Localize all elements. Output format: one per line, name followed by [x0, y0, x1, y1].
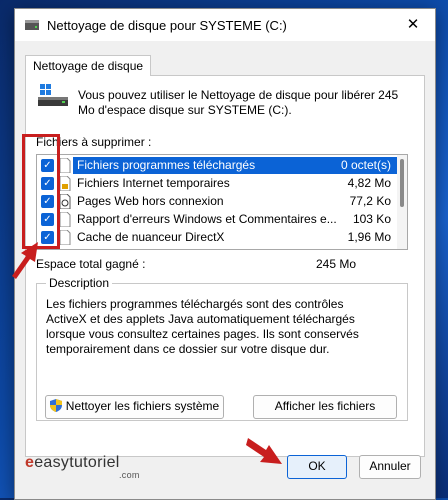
- list-scrollbar[interactable]: [397, 155, 407, 249]
- cancel-button[interactable]: Annuler: [359, 455, 421, 479]
- ok-button[interactable]: OK: [287, 455, 347, 479]
- total-space-value: 245 Mo: [316, 257, 357, 271]
- drive-icon: [38, 84, 68, 106]
- list-item[interactable]: ✓ Rapport d'erreurs Windows et Commentai…: [37, 211, 397, 228]
- tab-panel: Vous pouvez utiliser le Nettoyage de dis…: [25, 75, 425, 457]
- file-name: Fichiers Internet temporaires: [77, 176, 230, 190]
- file-size: 77,2 Ko: [349, 194, 391, 208]
- show-files-button[interactable]: Afficher les fichiers: [253, 395, 397, 419]
- file-name: Pages Web hors connexion: [77, 194, 224, 208]
- tab-disk-cleanup[interactable]: Nettoyage de disque: [25, 55, 152, 76]
- list-item[interactable]: ✓ Cache de nuanceur DirectX 1,96 Mo: [37, 229, 397, 246]
- description-title: Description: [46, 276, 113, 290]
- total-space-label: Espace total gagné :: [36, 257, 146, 271]
- annotation-arrow-icon: [246, 438, 282, 464]
- scrollbar-thumb[interactable]: [400, 159, 404, 207]
- file-name: Cache de nuanceur DirectX: [77, 230, 225, 244]
- file-size: 1,96 Mo: [347, 230, 391, 244]
- list-item[interactable]: ✓ Pages Web hors connexion 77,2 Ko: [37, 193, 397, 210]
- close-icon[interactable]: ✕: [391, 9, 435, 41]
- disk-cleanup-window: Nettoyage de disque pour SYSTEME (C:) ✕ …: [14, 8, 436, 500]
- file-icon: [59, 158, 71, 173]
- annotation-arrow-icon: [12, 242, 38, 279]
- annotation-highlight-box: [22, 134, 60, 249]
- title-bar: Nettoyage de disque pour SYSTEME (C:) ✕: [15, 9, 435, 41]
- shield-icon: [49, 399, 62, 412]
- file-name: Rapport d'erreurs Windows et Commentaire…: [77, 212, 337, 226]
- watermark-brand: easytutoriel: [34, 454, 120, 471]
- window-title: Nettoyage de disque pour SYSTEME (C:): [47, 18, 287, 33]
- clean-system-files-button[interactable]: Nettoyer les fichiers système: [45, 395, 224, 419]
- file-name: Fichiers programmes téléchargés: [75, 157, 258, 174]
- list-item[interactable]: ✓ Fichiers programmes téléchargés 0 octe…: [37, 157, 397, 174]
- watermark-logo: eeasytutoriel .com: [25, 454, 140, 480]
- file-icon: [59, 212, 71, 227]
- files-list[interactable]: ✓ Fichiers programmes téléchargés 0 octe…: [36, 154, 408, 250]
- file-size: 0 octet(s): [340, 158, 391, 172]
- file-size: 4,82 Mo: [347, 176, 391, 190]
- intro-text: Vous pouvez utiliser le Nettoyage de dis…: [78, 88, 399, 117]
- lock-file-icon: [59, 176, 71, 191]
- watermark-suffix: .com: [119, 470, 140, 480]
- file-size: 103 Ko: [352, 212, 391, 226]
- clean-system-files-label: Nettoyer les fichiers système: [65, 399, 220, 413]
- file-icon: [59, 230, 71, 245]
- offline-page-icon: [59, 194, 71, 209]
- list-item[interactable]: ✓ Fichiers Internet temporaires 4,82 Mo: [37, 175, 397, 192]
- description-text: Les fichiers programmes téléchargés sont…: [46, 297, 359, 356]
- drive-app-icon: [25, 20, 39, 30]
